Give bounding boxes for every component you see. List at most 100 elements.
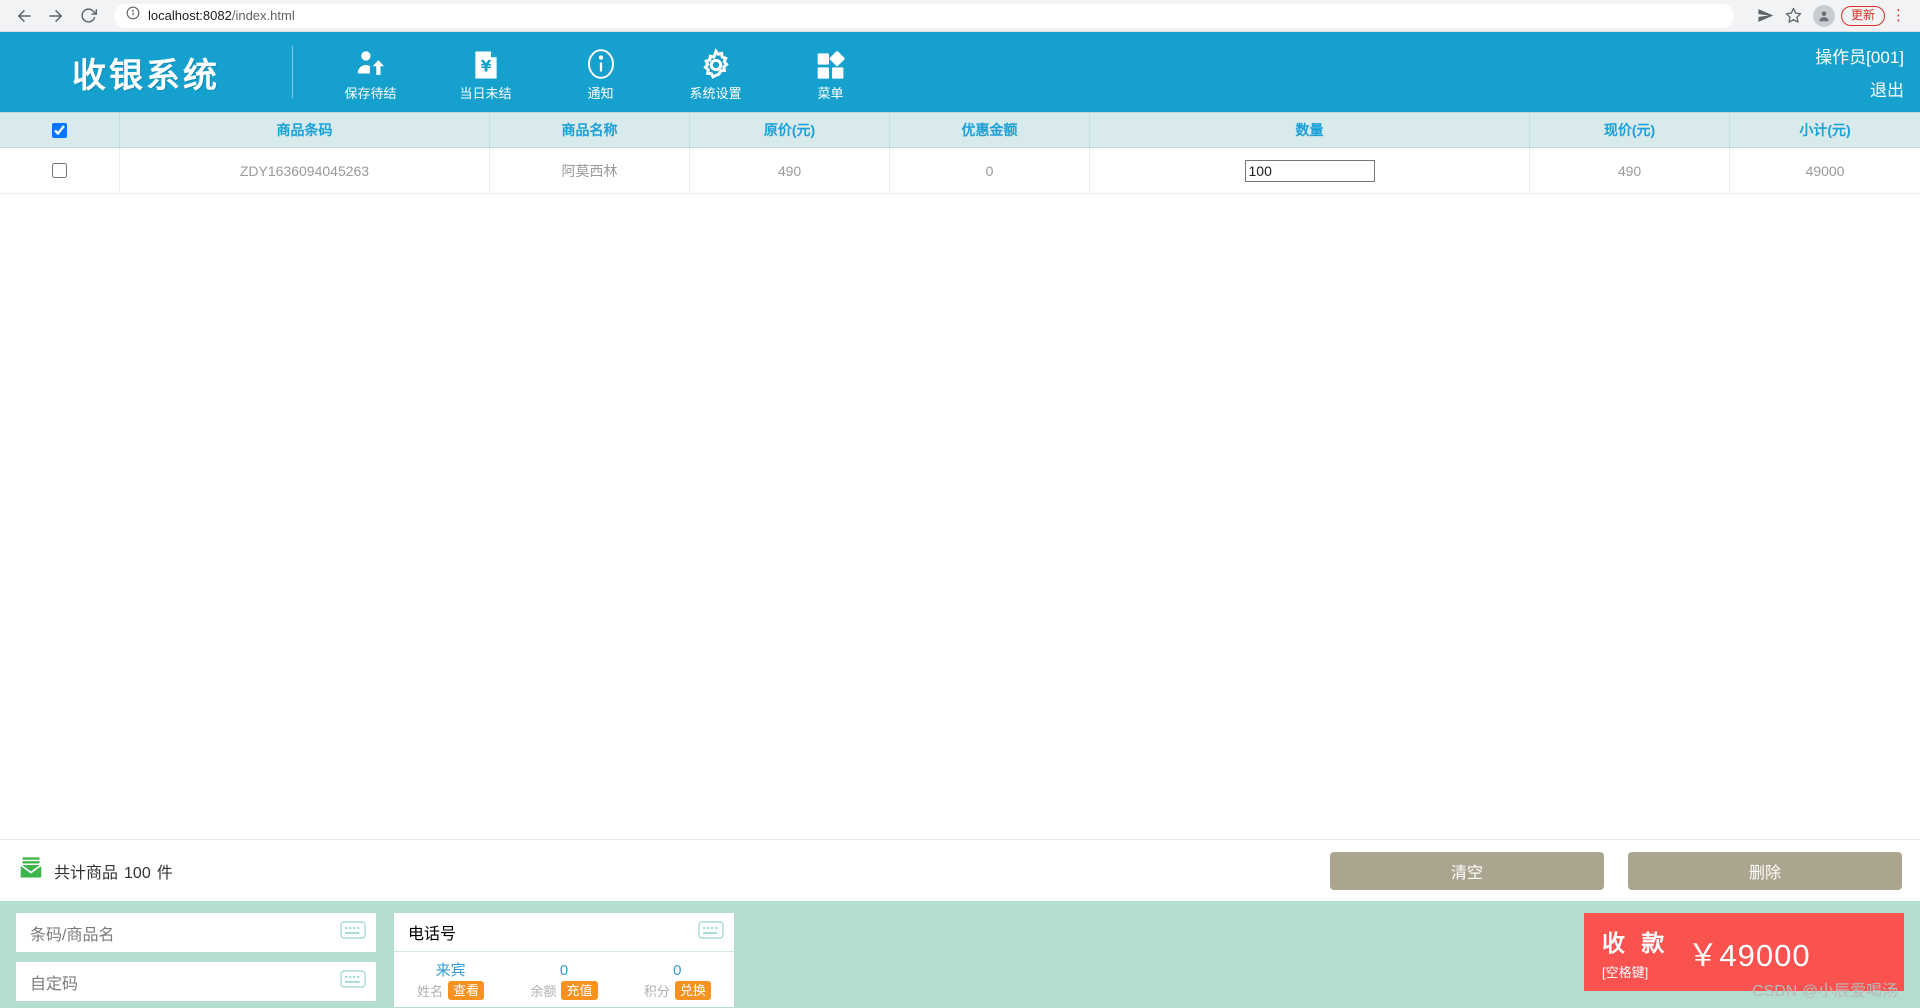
summary-count: 100 (124, 864, 151, 882)
barcode-input-placeholder: 条码/商品名 (30, 926, 115, 944)
keyboard-icon[interactable] (698, 920, 724, 945)
nav-item-save-pending[interactable]: 保存待结 (313, 32, 428, 112)
operator-label: 操作员[001] (1815, 48, 1904, 67)
column-header-barcode[interactable]: 商品条码 (120, 113, 490, 147)
logout-button[interactable]: 退出 (1870, 76, 1904, 101)
cell-subtotal: 49000 (1805, 162, 1845, 179)
member-recharge-button[interactable]: 充值 (561, 980, 598, 1000)
cart-table: 商品条码 商品名称 原价(元) 优惠金额 数量 现价(元) 小计(元) ZDY1… (0, 112, 1920, 839)
cell-quantity (1090, 148, 1530, 193)
cell-discount: 0 (890, 148, 1090, 193)
delete-button[interactable]: 删除 (1628, 851, 1902, 890)
app-header: 收银系统 保存待结 ¥ 当日未结 通知 系统设置 菜单 操作员[001] 退出 (0, 32, 1920, 112)
column-header-subtotal[interactable]: 小计(元) (1730, 113, 1920, 147)
table-empty-area (0, 194, 1920, 839)
member-balance-value: 0 (559, 961, 569, 979)
custom-code-placeholder: 自定码 (30, 975, 79, 993)
column-header-product-name[interactable]: 商品名称 (490, 113, 690, 147)
svg-text:¥: ¥ (480, 57, 491, 75)
keyboard-icon[interactable] (340, 969, 366, 994)
nav-item-system-settings[interactable]: 系统设置 (658, 32, 773, 112)
nav-item-unsettled-today[interactable]: ¥ 当日未结 (428, 32, 543, 112)
quantity-input[interactable] (1244, 159, 1375, 182)
keyboard-icon[interactable] (340, 920, 366, 945)
site-info-icon[interactable] (126, 6, 140, 25)
nav-item-label: 当日未结 (459, 86, 512, 101)
member-name-value: 来宾 (435, 961, 466, 979)
member-points-value: 0 (673, 961, 682, 979)
back-arrow-icon[interactable] (10, 2, 38, 30)
nav-item-label: 菜单 (817, 86, 844, 101)
summary-label: 共计商品 (54, 864, 119, 882)
phone-input-placeholder: 电话号 (408, 926, 457, 943)
input-column: 条码/商品名 自定码 (16, 913, 376, 1001)
member-view-button[interactable]: 查看 (448, 980, 485, 1000)
user-upload-icon (354, 42, 388, 82)
info-circle-icon (583, 42, 619, 82)
summary-actions: 清空 删除 (1330, 851, 1902, 890)
bookmark-star-icon[interactable] (1781, 3, 1807, 29)
member-points-stat: 0 积分 兑换 (621, 952, 734, 1007)
url-text: localhost:8082/index.html (148, 8, 295, 23)
select-all-checkbox[interactable] (52, 122, 67, 138)
yen-document-icon: ¥ (469, 42, 503, 82)
share-icon[interactable] (1753, 3, 1779, 29)
member-stats: 来宾 姓名 查看 0 余额 充值 0 积分 兑换 (394, 952, 734, 1007)
row-select-checkbox[interactable] (52, 163, 67, 178)
table-header-row: 商品条码 商品名称 原价(元) 优惠金额 数量 现价(元) 小计(元) (0, 112, 1920, 148)
column-header-discount[interactable]: 优惠金额 (890, 113, 1090, 147)
checkout-labels: 收 款 [空格键] (1602, 924, 1669, 981)
forward-arrow-icon[interactable] (42, 2, 70, 30)
address-bar[interactable]: localhost:8082/index.html (114, 3, 1734, 28)
member-name-stat: 来宾 姓名 查看 (394, 952, 507, 1007)
column-header-current-price[interactable]: 现价(元) (1530, 113, 1730, 147)
clear-button[interactable]: 清空 (1330, 851, 1604, 890)
table-row[interactable]: ZDY1636094045263 阿莫西林 490 0 490 49000 (0, 148, 1920, 194)
summary-bar: 共计商品 100 件 清空 删除 (0, 839, 1920, 901)
row-select-cell (0, 148, 120, 193)
column-header-original-price[interactable]: 原价(元) (690, 113, 890, 147)
nav-item-menu[interactable]: 菜单 (773, 32, 888, 112)
member-balance-label: 余额 (530, 983, 557, 999)
cell-barcode: ZDY1636094045263 (120, 148, 490, 193)
barcode-field[interactable]: 条码/商品名 (16, 913, 376, 952)
kebab-menu-icon[interactable]: ⋮ (1887, 8, 1910, 23)
profile-avatar-icon[interactable] (1812, 4, 1835, 27)
cell-product-name: 阿莫西林 (490, 148, 690, 193)
update-button[interactable]: 更新 (1840, 5, 1885, 26)
member-name-label: 姓名 (417, 983, 444, 999)
member-balance-stat: 0 余额 充值 (507, 952, 620, 1007)
header-account: 操作员[001] 退出 (1815, 32, 1904, 112)
summary-total: 共计商品 100 件 (18, 855, 173, 886)
header-nav: 保存待结 ¥ 当日未结 通知 系统设置 菜单 (293, 32, 888, 112)
browser-actions: 更新 ⋮ (1753, 3, 1910, 29)
reload-icon[interactable] (74, 2, 102, 30)
select-all-cell (0, 113, 120, 147)
member-panel: 电话号 来宾 姓名 查看 0 余额 充值 0 积分 兑换 (394, 913, 734, 1007)
nav-item-label: 系统设置 (689, 86, 742, 101)
url-path: /index.html (231, 8, 295, 23)
checkout-hotkey-hint: [空格键] (1602, 964, 1649, 980)
bottom-panel: 条码/商品名 自定码 电话号 来宾 姓名 查看 0 余额 充值 0 积分 兑换 … (0, 901, 1920, 1008)
app-logo: 收银系统 (72, 55, 220, 96)
nav-item-notification[interactable]: 通知 (543, 32, 658, 112)
summary-unit: 件 (156, 864, 173, 882)
checkout-title: 收 款 (1602, 929, 1670, 956)
column-header-quantity[interactable]: 数量 (1090, 113, 1530, 147)
inbox-tray-icon (18, 855, 44, 886)
custom-code-field[interactable]: 自定码 (16, 962, 376, 1001)
grid-menu-icon (815, 42, 847, 82)
checkout-amount: ￥49000 (1687, 937, 1811, 973)
phone-field[interactable]: 电话号 (394, 913, 734, 952)
summary-text: 共计商品 100 件 (54, 859, 173, 883)
cell-current-price: 490 (1530, 148, 1730, 193)
gear-icon (699, 42, 733, 82)
cell-original-price: 490 (690, 148, 890, 193)
nav-item-label: 保存待结 (344, 86, 397, 101)
checkout-button[interactable]: 收 款 [空格键] ￥49000 (1584, 913, 1904, 991)
browser-toolbar: localhost:8082/index.html 更新 ⋮ (0, 0, 1920, 32)
member-points-label: 积分 (643, 983, 670, 999)
member-redeem-button[interactable]: 兑换 (674, 980, 711, 1000)
nav-item-label: 通知 (587, 86, 614, 101)
url-host: localhost:8082 (148, 8, 232, 23)
